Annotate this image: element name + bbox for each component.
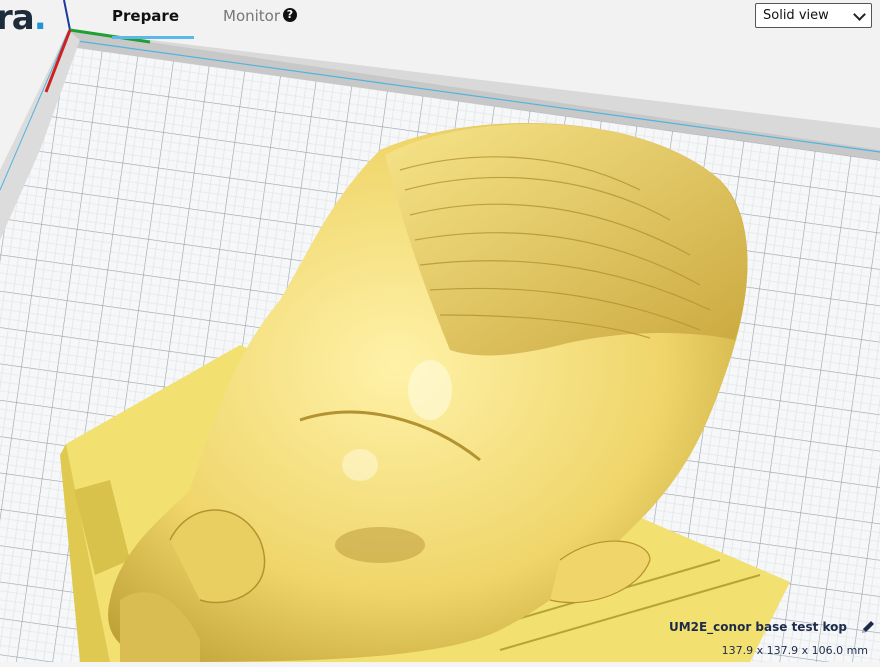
model-eye (335, 527, 425, 563)
help-icon[interactable]: ? (283, 8, 297, 22)
pencil-icon[interactable] (860, 619, 876, 635)
3d-viewport[interactable] (0, 0, 880, 663)
chevron-down-icon (853, 8, 866, 21)
build-plate-scene[interactable] (0, 0, 880, 663)
view-mode-select[interactable]: Solid view (755, 3, 872, 28)
model-highlight (342, 449, 378, 481)
tab-monitor[interactable]: Monitor (221, 7, 282, 25)
model-highlight (408, 360, 452, 420)
active-tab-indicator (112, 36, 194, 39)
app-logo: ra. (0, 0, 47, 38)
view-mode-value: Solid view (763, 8, 829, 23)
model-dimensions: 137.9 x 137.9 x 106.0 mm (721, 644, 868, 657)
job-name: UM2E_conor base test kop (668, 620, 847, 634)
tab-prepare[interactable]: Prepare (110, 7, 181, 25)
